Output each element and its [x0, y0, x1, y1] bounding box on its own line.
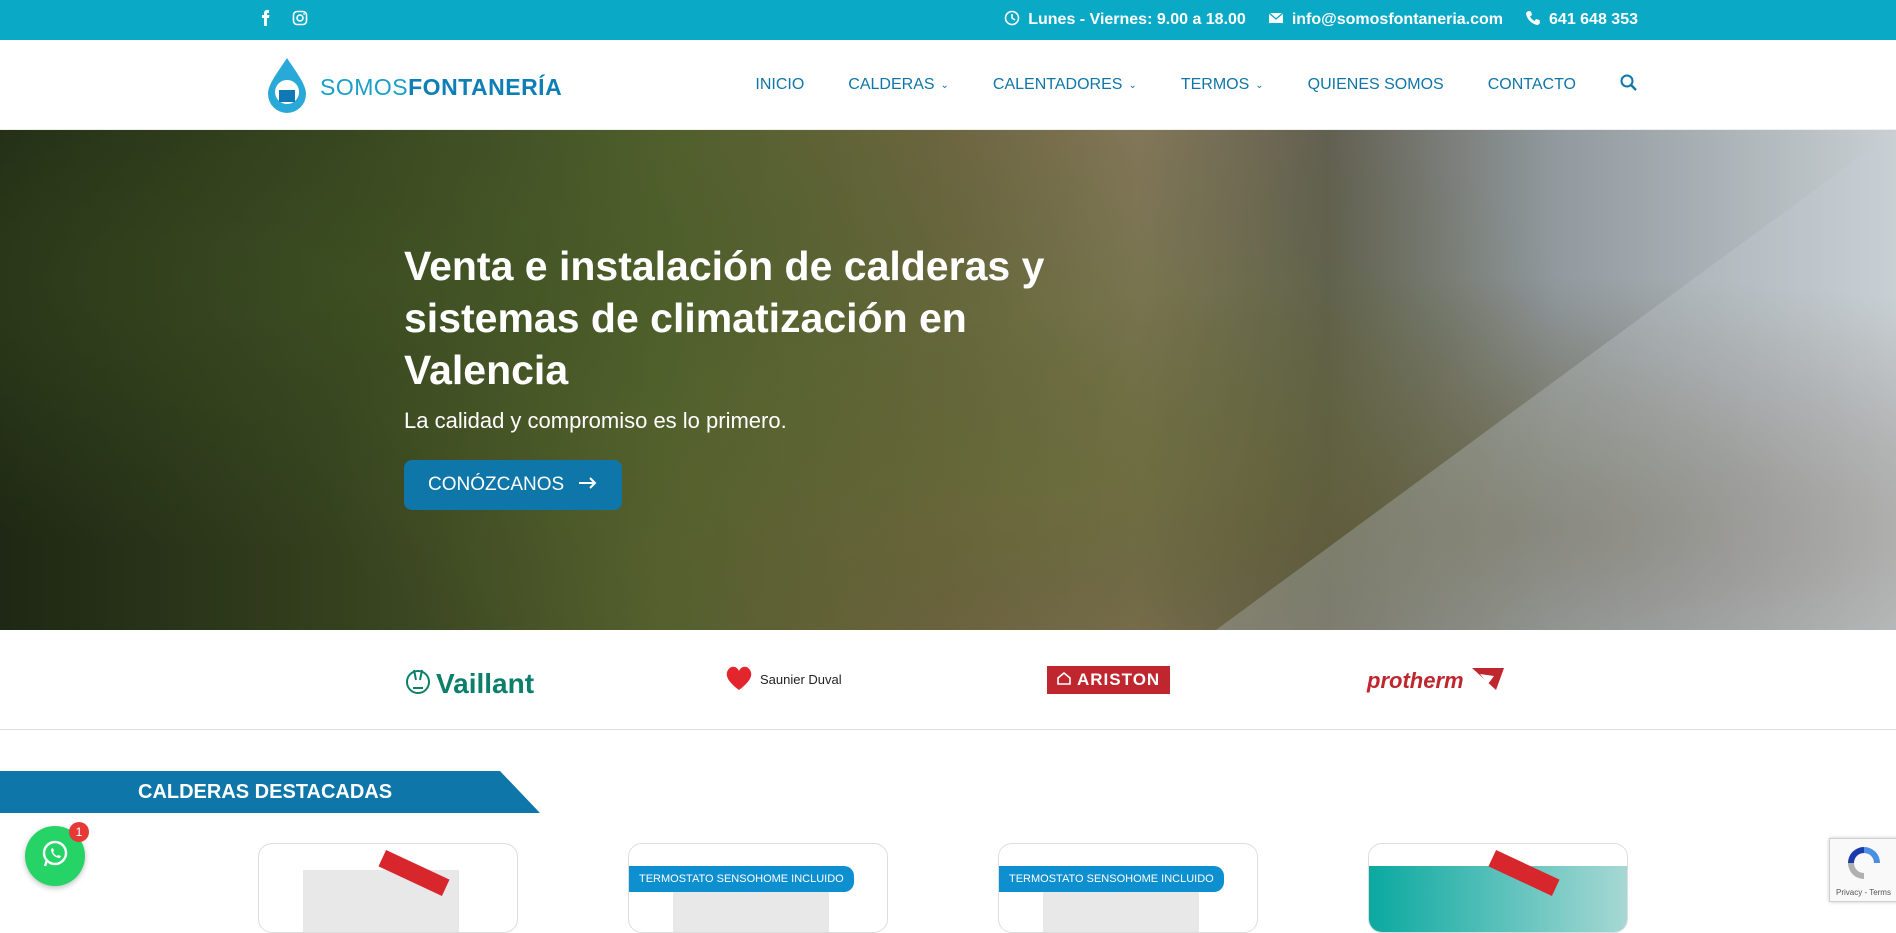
panther-icon: [1470, 664, 1506, 698]
facebook-icon[interactable]: [258, 10, 274, 26]
section-title-banner: CALDERAS DESTACADAS: [0, 771, 540, 813]
brand-vaillant-logo[interactable]: Vaillant: [406, 664, 534, 703]
email-item[interactable]: info@somosfontaneria.com: [1268, 11, 1503, 30]
brand-ariston-name: ARISTON: [1077, 670, 1161, 689]
hero-banner: Venta e instalación de calderas y sistem…: [0, 130, 1896, 630]
product-card[interactable]: TERMOSTATO SENSOHOME INCLUIDO: [998, 843, 1258, 933]
phone-item[interactable]: 641 648 353: [1525, 10, 1638, 31]
recaptcha-label: Privacy - Terms: [1836, 888, 1891, 897]
nav-termos-label: TERMOS: [1180, 76, 1250, 93]
product-card[interactable]: [1368, 843, 1628, 933]
search-button[interactable]: [1620, 74, 1638, 97]
conozcanos-button[interactable]: CONÓZCANOS: [404, 460, 623, 510]
nav-inicio[interactable]: INICIO: [755, 76, 804, 94]
email-link[interactable]: info@somosfontaneria.com: [1292, 11, 1503, 29]
heart-flame-icon: [724, 664, 754, 695]
search-icon: [1620, 74, 1638, 97]
brand-saunier-name: Saunier Duval: [760, 672, 842, 687]
water-drop-icon: [264, 56, 310, 119]
notification-badge: 1: [69, 822, 89, 842]
nav-inicio-label: INICIO: [755, 76, 805, 93]
nav-contacto[interactable]: CONTACTO: [1488, 76, 1576, 94]
social-links: [258, 10, 308, 26]
whatsapp-icon: [40, 839, 70, 874]
hours-item: Lunes - Viernes: 9.00 a 18.00: [1004, 10, 1246, 31]
section-title: CALDERAS DESTACADAS: [138, 781, 393, 803]
product-card[interactable]: TERMOSTATO SENSOHOME INCLUIDO: [628, 843, 888, 933]
hero-subtitle: La calidad y compromiso es lo primero.: [404, 408, 787, 433]
product-card[interactable]: [258, 843, 518, 933]
nav-calderas-label: CALDERAS: [848, 76, 935, 93]
chevron-down-icon: ⌄: [1128, 79, 1137, 91]
product-image: [1369, 866, 1627, 932]
hours-text: Lunes - Viernes: 9.00 a 18.00: [1028, 11, 1246, 28]
nav-calentadores-label: CALENTADORES: [992, 76, 1123, 93]
top-bar: Lunes - Viernes: 9.00 a 18.00 info@somos…: [0, 0, 1896, 40]
sensohome-ribbon: TERMOSTATO SENSOHOME INCLUIDO: [629, 866, 854, 892]
nav-termos[interactable]: TERMOS ⌄: [1181, 76, 1264, 94]
chevron-down-icon: ⌄: [940, 79, 949, 91]
contact-info: Lunes - Viernes: 9.00 a 18.00 info@somos…: [1004, 0, 1638, 40]
hare-icon: [406, 664, 430, 703]
site-logo[interactable]: SOMOSFONTANERÍA: [264, 56, 562, 119]
recaptcha-badge[interactable]: Privacy - Terms: [1829, 838, 1896, 902]
mail-icon: [1268, 11, 1284, 30]
chevron-down-icon: ⌄: [1255, 79, 1264, 91]
brand-vaillant-name: Vaillant: [436, 667, 535, 699]
logo-text-somos: SOMOS: [320, 74, 409, 100]
house-icon: [1057, 670, 1071, 690]
nav-quienes-somos[interactable]: QUIENES SOMOS: [1308, 76, 1444, 94]
nav-contacto-label: CONTACTO: [1487, 76, 1576, 93]
phone-icon: [1525, 10, 1541, 31]
phone-link[interactable]: 641 648 353: [1549, 11, 1638, 29]
sensohome-ribbon: TERMOSTATO SENSOHOME INCLUIDO: [999, 866, 1224, 892]
instagram-icon[interactable]: [292, 10, 308, 26]
brand-protherm-name: protherm: [1367, 668, 1464, 693]
conozcanos-label: CONÓZCANOS: [428, 474, 565, 495]
logo-text: SOMOSFONTANERÍA: [320, 74, 562, 101]
hero-content: Venta e instalación de calderas y sistem…: [404, 240, 1124, 510]
clock-icon: [1004, 10, 1020, 31]
brand-ariston-logo[interactable]: ARISTON: [1047, 666, 1171, 694]
brand-protherm-logo[interactable]: protherm: [1367, 664, 1506, 698]
arrow-right-icon: [578, 474, 598, 496]
nav-calderas[interactable]: CALDERAS ⌄: [848, 76, 949, 94]
nav-calentadores[interactable]: CALENTADORES ⌄: [993, 76, 1137, 94]
main-nav: INICIO CALDERAS ⌄ CALENTADORES ⌄ TERMOS ⌄ Q…: [755, 40, 1638, 130]
site-header: SOMOSFONTANERÍA INICIO CALDERAS ⌄ CALENTA…: [0, 40, 1896, 130]
brands-strip: Vaillant Saunier Duval ARISTON protherm: [0, 630, 1896, 730]
brand-saunier-duval-logo[interactable]: Saunier Duval: [724, 664, 842, 695]
logo-text-fontaneria: FONTANERÍA: [408, 74, 563, 100]
whatsapp-button[interactable]: 1: [25, 822, 89, 886]
hero-title: Venta e instalación de calderas y sistem…: [404, 243, 1045, 393]
nav-quienes-label: QUIENES SOMOS: [1307, 76, 1444, 93]
